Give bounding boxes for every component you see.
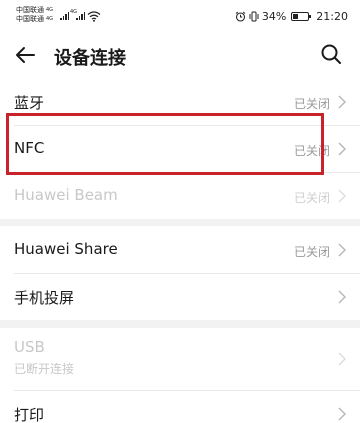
carrier-labels: 中国联通 4G 中国联通 4G bbox=[16, 6, 53, 24]
alarm-icon bbox=[235, 11, 246, 22]
row-status: 已关闭 bbox=[293, 144, 330, 158]
settings-group-share: Huawei Share 已关闭 手机投屏 bbox=[0, 226, 360, 320]
settings-group-usb-print: USB 已断开连接 打印 bbox=[0, 328, 360, 423]
battery-icon bbox=[291, 12, 312, 21]
app-header: 设备连接 bbox=[0, 34, 360, 78]
settings-group-wireless: 蓝牙 已关闭 NFC 已关闭 Huawei Beam 已关闭 bbox=[0, 78, 360, 219]
signal-1-icon bbox=[60, 12, 69, 20]
settings-row-huawei-beam: Huawei Beam 已关闭 bbox=[0, 172, 360, 219]
settings-row-nfc[interactable]: NFC 已关闭 bbox=[0, 125, 360, 172]
signal-2-icon bbox=[76, 12, 85, 20]
back-arrow-icon[interactable] bbox=[14, 44, 36, 66]
carrier-1-tag: 4G bbox=[46, 7, 54, 13]
screen: 中国联通 4G 中国联通 4G 4G 34% 21:20 设备连接 蓝牙 已关闭… bbox=[0, 0, 360, 423]
carrier-1: 中国联通 bbox=[16, 6, 44, 14]
search-icon[interactable] bbox=[320, 43, 342, 65]
row-sublabel: 已断开连接 bbox=[14, 362, 75, 376]
network-type: 4G bbox=[70, 9, 77, 15]
status-bar: 中国联通 4G 中国联通 4G 4G 34% 21:20 bbox=[0, 0, 360, 34]
settings-row-print[interactable]: 打印 bbox=[0, 390, 360, 423]
page-title: 设备连接 bbox=[54, 48, 126, 69]
settings-row-usb: USB 已断开连接 bbox=[0, 328, 360, 390]
status-right: 34% 21:20 bbox=[235, 10, 348, 23]
row-status: 已关闭 bbox=[293, 191, 330, 205]
row-label: USB bbox=[14, 338, 45, 356]
row-label: Huawei Beam bbox=[14, 186, 118, 204]
chevron-right-icon bbox=[338, 95, 346, 109]
row-label: NFC bbox=[14, 139, 45, 157]
settings-row-bluetooth[interactable]: 蓝牙 已关闭 bbox=[0, 78, 360, 125]
chevron-right-icon bbox=[338, 142, 346, 156]
chevron-right-icon bbox=[338, 243, 346, 257]
carrier-2: 中国联通 bbox=[16, 15, 44, 23]
wifi-icon bbox=[87, 11, 101, 22]
network-type-1: 4G bbox=[70, 9, 78, 15]
clock: 21:20 bbox=[316, 10, 348, 23]
settings-row-huawei-share[interactable]: Huawei Share 已关闭 bbox=[0, 226, 360, 273]
settings-row-screen-projection[interactable]: 手机投屏 bbox=[0, 273, 360, 320]
chevron-right-icon bbox=[338, 352, 346, 366]
chevron-right-icon bbox=[338, 290, 346, 304]
carrier-2-tag: 4G bbox=[46, 16, 54, 22]
row-label: 打印 bbox=[14, 406, 45, 423]
row-status: 已关闭 bbox=[293, 245, 330, 259]
chevron-right-icon bbox=[338, 407, 346, 421]
row-status: 已关闭 bbox=[293, 97, 330, 111]
battery-percent: 34% bbox=[261, 10, 287, 23]
chevron-right-icon bbox=[338, 189, 346, 203]
vibrate-icon bbox=[249, 11, 259, 22]
row-label: Huawei Share bbox=[14, 240, 118, 258]
row-label: 蓝牙 bbox=[14, 94, 45, 112]
row-label: 手机投屏 bbox=[14, 289, 75, 307]
